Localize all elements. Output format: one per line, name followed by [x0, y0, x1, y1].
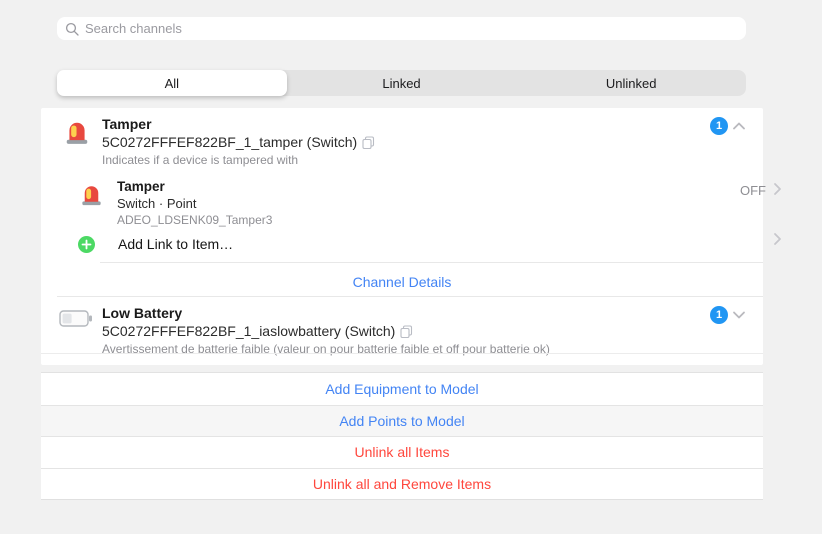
- copy-icon[interactable]: [362, 136, 375, 149]
- channel-id: 5C0272FFFEF822BF_1_tamper (Switch): [102, 134, 358, 150]
- add-link-to-item-button[interactable]: Add Link to Item…: [118, 236, 233, 252]
- unlink-all-and-remove-items-button[interactable]: Unlink all and Remove Items: [41, 467, 763, 500]
- tab-unlinked[interactable]: Unlinked: [516, 70, 746, 96]
- chevron-down-icon[interactable]: [732, 310, 746, 320]
- link-count-badge: 1: [710, 306, 728, 324]
- channel-id: 5C0272FFFEF822BF_1_iaslowbattery (Switch…: [102, 323, 396, 339]
- channel-title: Low Battery: [102, 305, 183, 321]
- divider: [100, 262, 763, 263]
- channel-filter-tabs: All Linked Unlinked: [57, 70, 746, 96]
- channel-tamper-header[interactable]: Tamper 5C0272FFFEF822BF_1_tamper (Switch…: [102, 115, 375, 168]
- channel-description: Avertissement de batterie faible (valeur…: [102, 342, 550, 356]
- divider: [57, 296, 763, 297]
- chevron-right-icon: [774, 233, 781, 245]
- chevron-up-icon[interactable]: [732, 121, 746, 131]
- copy-icon[interactable]: [400, 325, 413, 338]
- tab-linked[interactable]: Linked: [287, 70, 517, 96]
- chevron-right-icon: [774, 183, 781, 195]
- linked-item-meta: Switch · Point: [117, 196, 197, 211]
- divider: [41, 353, 763, 354]
- channel-details-link[interactable]: Channel Details: [41, 274, 763, 290]
- model-actions: Add Equipment to Model Add Points to Mod…: [41, 372, 763, 500]
- siren-icon: [63, 118, 91, 151]
- linked-item-title: Tamper: [117, 179, 165, 194]
- linked-item-row[interactable]: Tamper Switch · Point ADEO_LDSENK09_Tamp…: [117, 178, 272, 228]
- search-icon: [65, 22, 79, 36]
- siren-icon: [79, 182, 104, 212]
- add-equipment-to-model-button[interactable]: Add Equipment to Model: [41, 373, 763, 405]
- tab-all[interactable]: All: [57, 70, 287, 96]
- search-input[interactable]: [85, 21, 738, 36]
- add-circle-icon: [78, 236, 95, 258]
- unlink-all-items-button[interactable]: Unlink all Items: [41, 436, 763, 468]
- linked-item-name: ADEO_LDSENK09_Tamper3: [117, 213, 273, 227]
- search-bar[interactable]: [57, 17, 746, 40]
- channel-lowbattery-header[interactable]: Low Battery 5C0272FFFEF822BF_1_iaslowbat…: [102, 304, 550, 357]
- channel-description: Indicates if a device is tampered with: [102, 153, 299, 167]
- battery-low-icon: [59, 309, 93, 333]
- add-points-to-model-button[interactable]: Add Points to Model: [41, 404, 763, 436]
- channels-list: Tamper 5C0272FFFEF822BF_1_tamper (Switch…: [41, 108, 781, 365]
- item-state: OFF: [740, 183, 766, 198]
- channel-title: Tamper: [102, 116, 152, 132]
- link-count-badge: 1: [710, 117, 728, 135]
